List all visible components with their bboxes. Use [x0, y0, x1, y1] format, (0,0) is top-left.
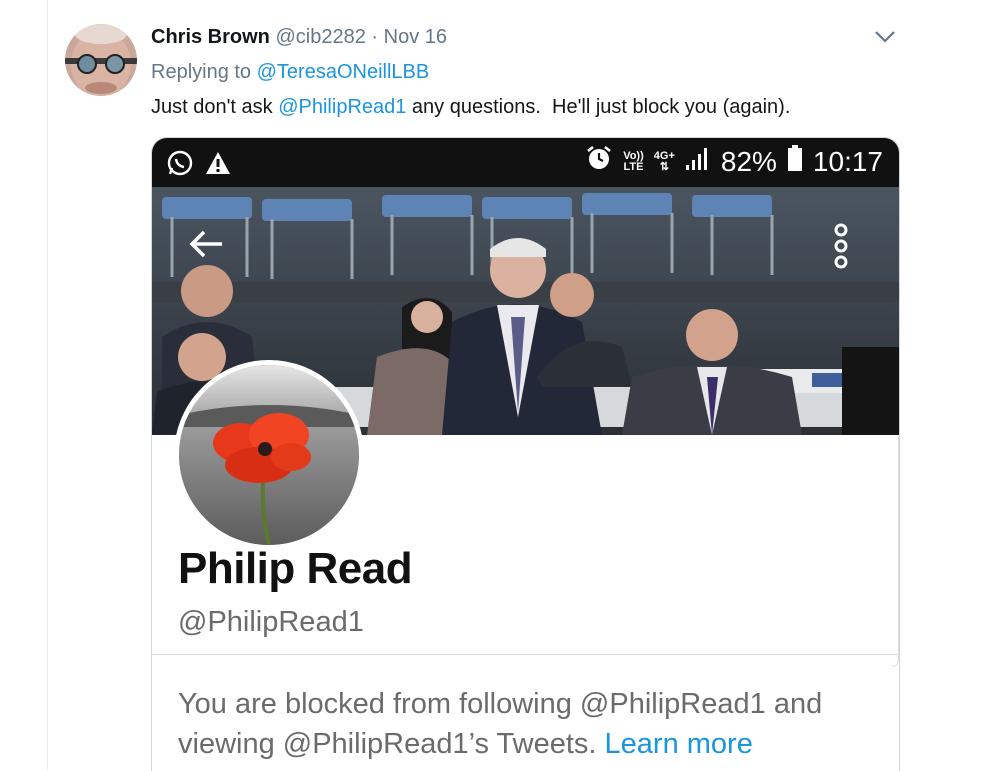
battery-percent: 82%: [720, 145, 777, 177]
profile-handle: @PhilipRead1: [178, 606, 364, 638]
profile-card-edge: [892, 436, 899, 667]
network-arrows-icon: ⇅: [659, 160, 669, 173]
battery-icon: [787, 144, 803, 179]
network-type: 4G+: [653, 149, 675, 162]
tweet-text: Just don't ask @PhilipRead1 any question…: [151, 96, 790, 119]
mention-link[interactable]: @PhilipRead1: [278, 96, 406, 118]
alarm-icon: [585, 144, 613, 179]
clock-time: 10:17: [812, 145, 883, 177]
profile-name: Philip Read: [178, 544, 413, 593]
tweet[interactable]: Chris Brown @cib2282 · Nov 16 Replying t…: [48, 0, 1000, 771]
warning-icon: [204, 149, 232, 182]
replying-to-line: Replying to @TeresaONeillLBB: [151, 61, 429, 84]
tweet-header: Chris Brown @cib2282 · Nov 16: [151, 26, 447, 49]
signal-icon: [685, 146, 711, 178]
back-arrow-icon[interactable]: [186, 224, 226, 269]
replying-prefix: Replying to: [151, 61, 252, 83]
author-handle[interactable]: @cib2282: [275, 26, 365, 48]
volte-indicator: Vo)) LTE: [623, 149, 644, 173]
phone-status-bar: Vo)) LTE 4G+ ⇅ 82% 10:17: [152, 138, 899, 187]
tweet-text-start: Just don't ask: [151, 96, 279, 118]
volte-top: Vo)): [623, 149, 644, 162]
profile-divider: [152, 654, 899, 655]
replying-to-link[interactable]: @TeresaONeillLBB: [257, 61, 430, 83]
tweet-text-end: any questions. He'll just block you (aga…: [406, 96, 791, 118]
volte-bottom: LTE: [623, 160, 644, 173]
tweet-media-screenshot[interactable]: Vo)) LTE 4G+ ⇅ 82% 10:17 Philip Read @Ph…: [151, 137, 900, 771]
whatsapp-icon: [166, 149, 194, 182]
poppy-profile-image[interactable]: [174, 360, 364, 550]
blocked-notice: You are blocked from following @PhilipRe…: [178, 684, 878, 764]
avatar[interactable]: [65, 24, 137, 96]
more-options-icon[interactable]: [828, 222, 854, 275]
tweet-date[interactable]: Nov 16: [384, 26, 447, 48]
chevron-down-icon[interactable]: [874, 30, 896, 44]
separator-dot: ·: [371, 26, 379, 48]
author-name[interactable]: Chris Brown: [151, 26, 270, 48]
network-indicator: 4G+ ⇅: [653, 149, 675, 173]
learn-more-link[interactable]: Learn more: [605, 728, 753, 760]
